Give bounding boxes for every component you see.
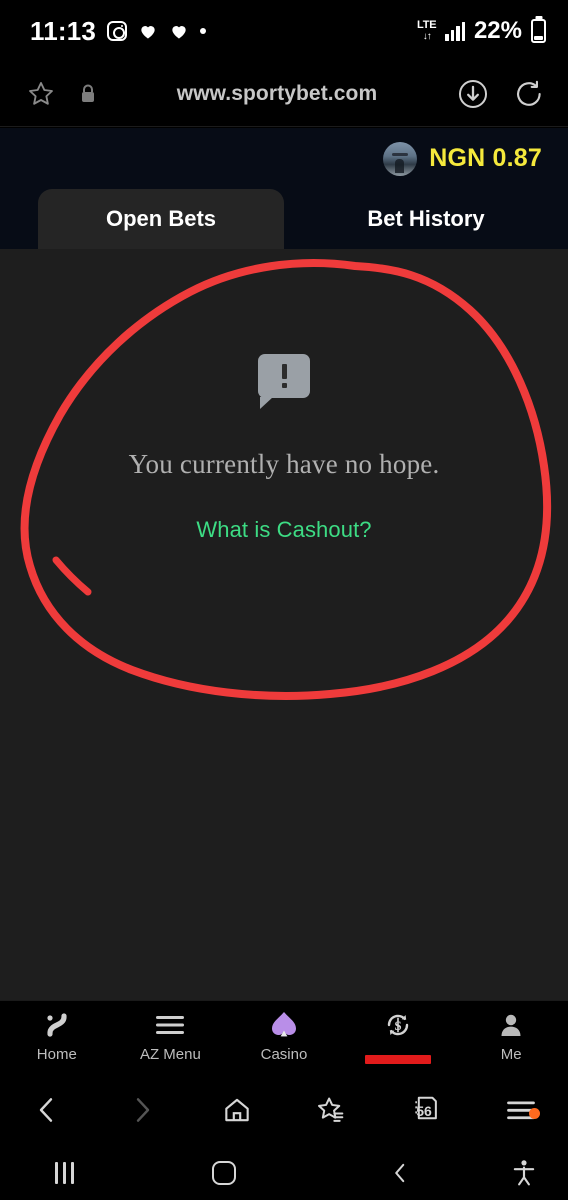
avatar[interactable]	[383, 141, 418, 176]
nav-item-az-menu[interactable]: AZ Menu	[114, 1001, 228, 1063]
data-arrows-icon: ↓↑	[422, 31, 432, 42]
browser-menu-icon[interactable]	[473, 1096, 568, 1124]
empty-state-message: You currently have no hope.	[128, 449, 440, 479]
what-is-cashout-link[interactable]: What is Cashout?	[196, 517, 371, 543]
site-header: NGN 0.87	[0, 128, 568, 189]
heart-icon	[138, 21, 158, 41]
battery-icon	[531, 19, 546, 43]
tab-bet-history-label: Bet History	[367, 206, 485, 231]
instagram-icon	[107, 21, 128, 41]
tab-open-bets[interactable]: Open Bets	[38, 189, 284, 249]
browser-home-icon[interactable]	[189, 1094, 284, 1126]
person-icon	[497, 1010, 525, 1040]
nav-item-cashout[interactable]: S	[341, 1001, 455, 1064]
accessibility-icon	[513, 1159, 535, 1185]
browser-tabs-count: 56	[416, 1103, 432, 1119]
cashout-refresh-icon: S	[382, 1010, 414, 1040]
spade-icon	[268, 1010, 300, 1040]
signal-bars-icon	[445, 21, 465, 41]
app-bottom-nav: Home AZ Menu Casino Me	[0, 1000, 568, 1075]
system-nav-bar	[0, 1145, 568, 1200]
browser-tabs-icon[interactable]: 56	[379, 1094, 474, 1126]
hamburger-icon	[155, 1010, 185, 1040]
home-square-icon	[212, 1160, 236, 1185]
system-home-button[interactable]	[128, 1160, 320, 1185]
balance-amount[interactable]: NGN 0.87	[429, 144, 542, 173]
lte-icon: LTE ↓↑	[417, 19, 437, 42]
phone-screen: 11:13 LTE ↓↑ 22% www.sportybet.com NGN 0…	[0, 0, 568, 1200]
nav-item-me-label: Me	[500, 1046, 522, 1063]
browser-url-bar[interactable]: www.sportybet.com	[0, 62, 568, 127]
lock-icon	[78, 83, 98, 105]
reload-icon[interactable]	[512, 77, 546, 111]
main-content: You currently have no hope. What is Cash…	[0, 249, 568, 1000]
alert-speech-bubble-icon	[258, 354, 310, 409]
exclamation-mark	[281, 364, 287, 388]
recents-icon	[54, 1161, 74, 1184]
status-bar-left: 11:13	[30, 15, 207, 47]
nav-item-casino-label: Casino	[260, 1046, 308, 1063]
status-bar-right: LTE ↓↑ 22%	[417, 17, 546, 45]
dot-icon	[200, 28, 207, 34]
network-type-label: LTE	[417, 19, 437, 31]
status-bar: 11:13 LTE ↓↑ 22%	[0, 0, 568, 62]
nav-item-home[interactable]: Home	[0, 1001, 114, 1063]
system-back-button[interactable]	[320, 1160, 480, 1186]
battery-percent: 22%	[473, 17, 522, 44]
bookmark-star-icon[interactable]	[26, 79, 56, 109]
annotation-underline	[364, 1055, 431, 1064]
url-text[interactable]: www.sportybet.com	[98, 82, 456, 106]
nav-item-me[interactable]: Me	[454, 1001, 568, 1063]
download-icon[interactable]	[456, 77, 490, 111]
browser-forward-icon	[95, 1094, 190, 1126]
browser-back-icon[interactable]	[0, 1094, 95, 1126]
status-time: 11:13	[30, 15, 97, 46]
browser-bookmarks-icon[interactable]	[284, 1094, 379, 1126]
nav-item-home-label: Home	[36, 1046, 77, 1063]
menu-notification-dot	[529, 1108, 541, 1119]
nav-item-casino[interactable]: Casino	[227, 1001, 341, 1063]
bets-tabs: Open Bets Bet History	[0, 189, 568, 249]
system-accessibility-button[interactable]	[480, 1159, 568, 1187]
nav-item-az-menu-label: AZ Menu	[139, 1046, 201, 1063]
heart-icon	[169, 21, 189, 41]
tab-bet-history[interactable]: Bet History	[284, 189, 568, 249]
tab-open-bets-label: Open Bets	[105, 206, 217, 231]
system-recents-button[interactable]	[0, 1161, 128, 1184]
empty-state: You currently have no hope. What is Cash…	[0, 354, 568, 543]
browser-bottom-toolbar: 56	[0, 1075, 568, 1145]
sportybet-s-icon	[43, 1010, 71, 1040]
